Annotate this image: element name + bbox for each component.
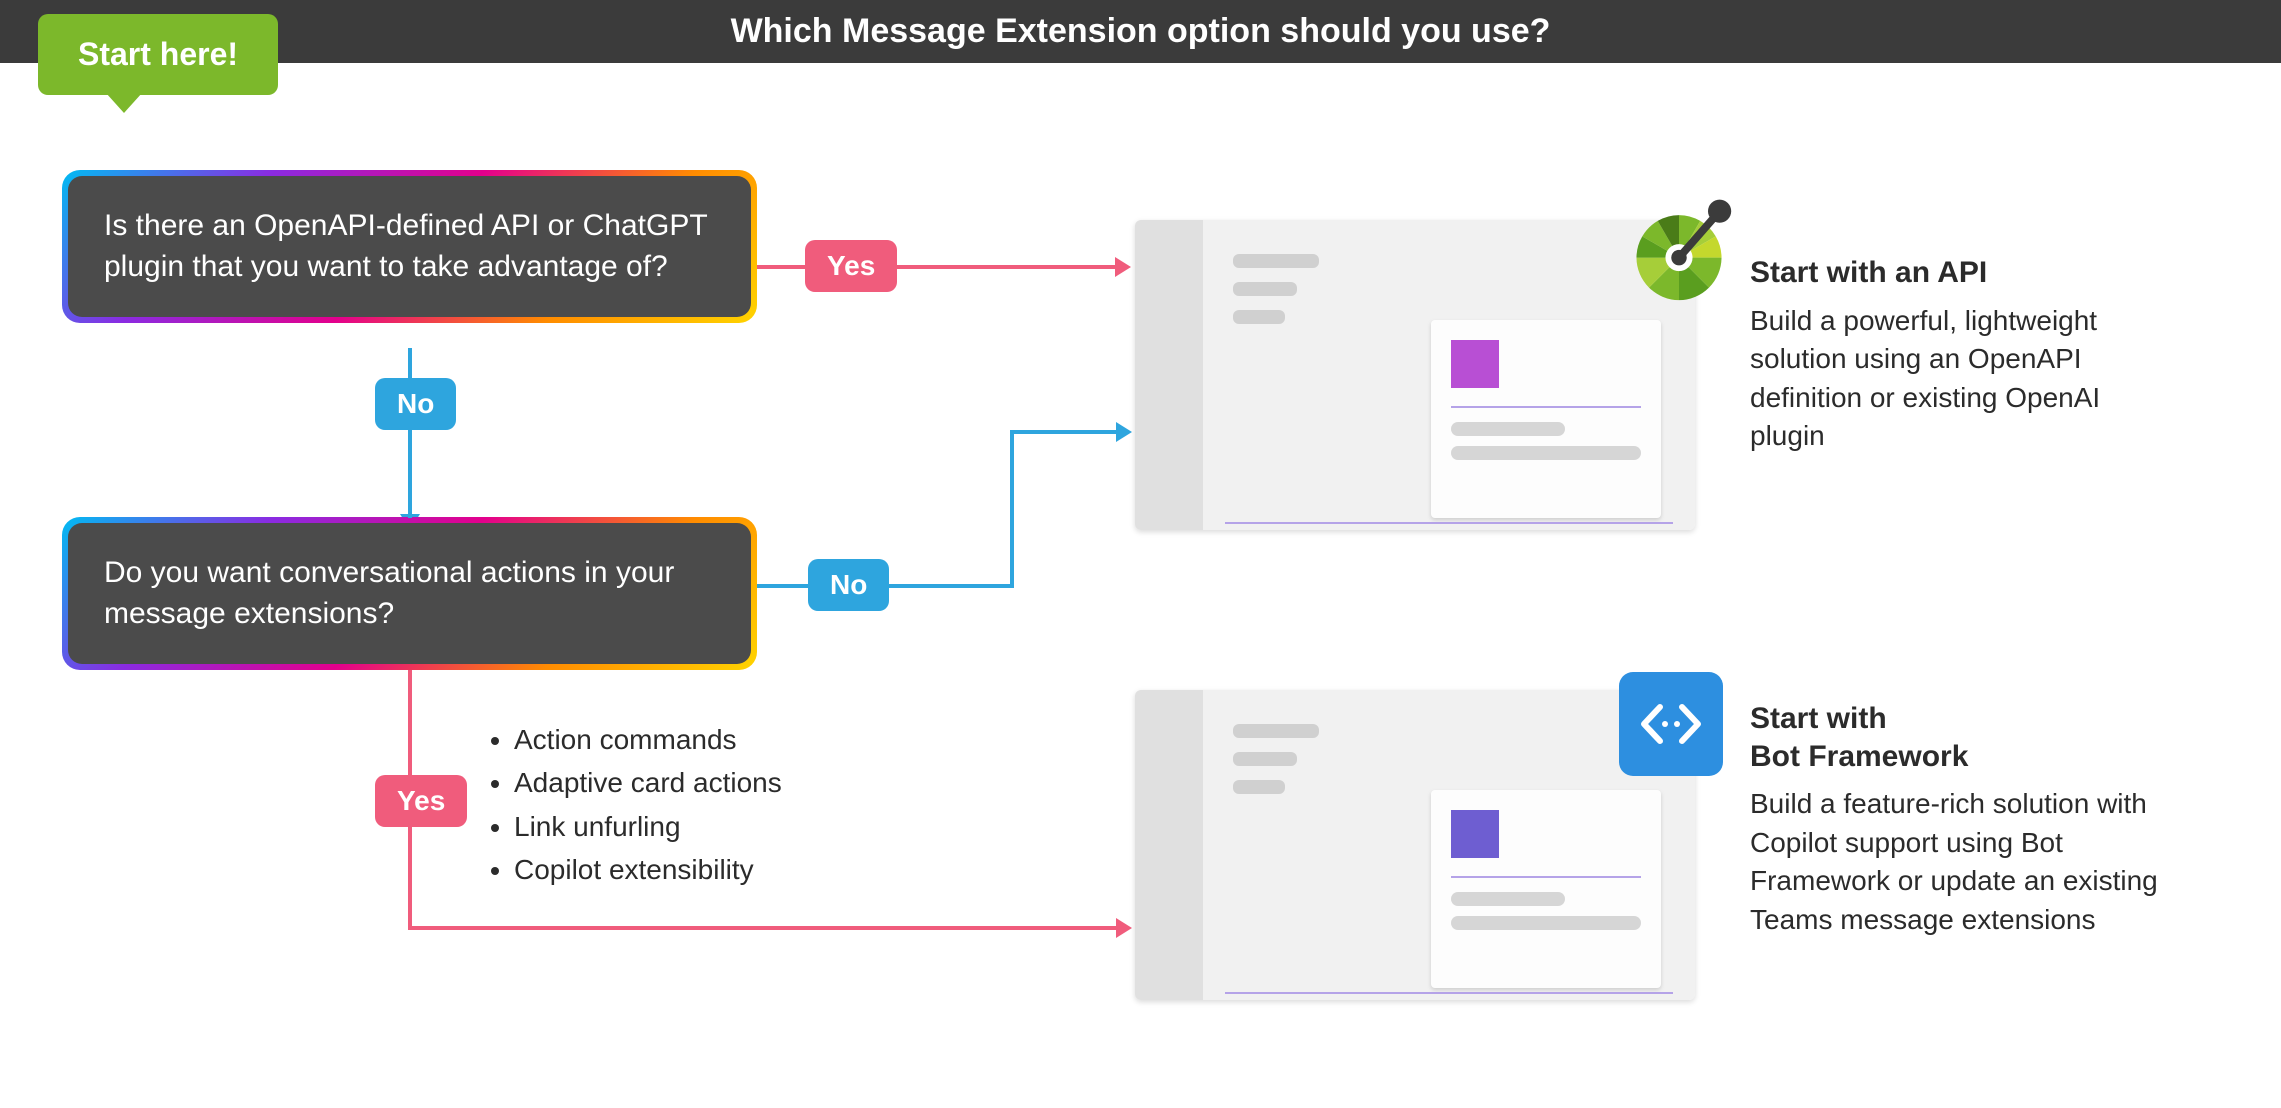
result-api: Start with an API Build a powerful, ligh… xyxy=(1750,254,2170,456)
gauge-icon xyxy=(1621,188,1737,304)
decision-openapi: Is there an OpenAPI-defined API or ChatG… xyxy=(62,170,757,323)
illustration-api xyxy=(1135,220,1695,530)
arrowhead-icon xyxy=(1116,918,1132,938)
list-item: Copilot extensibility xyxy=(514,848,782,891)
label-yes: Yes xyxy=(805,240,897,292)
start-here-badge: Start here! xyxy=(38,14,278,95)
connector xyxy=(1010,430,1118,434)
page-title: Which Message Extension option should yo… xyxy=(731,12,1551,50)
connector xyxy=(408,348,412,518)
connector xyxy=(1010,430,1014,588)
illustration-bot xyxy=(1135,690,1695,1000)
arrowhead-icon xyxy=(1115,257,1131,277)
conversational-examples-list: Action commands Adaptive card actions Li… xyxy=(488,718,782,892)
result-api-body: Build a powerful, lightweight solution u… xyxy=(1750,302,2170,457)
arrowhead-icon xyxy=(1116,422,1132,442)
label-no: No xyxy=(808,559,889,611)
decision-conversational: Do you want conversational actions in yo… xyxy=(62,517,757,670)
result-bot: Start with Bot Framework Build a feature… xyxy=(1750,700,2170,940)
list-item: Action commands xyxy=(514,718,782,761)
start-here-label: Start here! xyxy=(78,36,238,72)
code-icon xyxy=(1619,672,1723,776)
header-bar: Which Message Extension option should yo… xyxy=(0,0,2281,63)
result-bot-body: Build a feature-rich solution with Copil… xyxy=(1750,785,2170,940)
decision-openapi-text: Is there an OpenAPI-defined API or ChatG… xyxy=(68,176,751,317)
connector xyxy=(408,926,1118,930)
result-bot-heading: Start with Bot Framework xyxy=(1750,700,2170,775)
label-yes: Yes xyxy=(375,775,467,827)
list-item: Adaptive card actions xyxy=(514,761,782,804)
list-item: Link unfurling xyxy=(514,805,782,848)
label-no: No xyxy=(375,378,456,430)
decision-conversational-text: Do you want conversational actions in yo… xyxy=(68,523,751,664)
result-api-heading: Start with an API xyxy=(1750,254,2170,292)
